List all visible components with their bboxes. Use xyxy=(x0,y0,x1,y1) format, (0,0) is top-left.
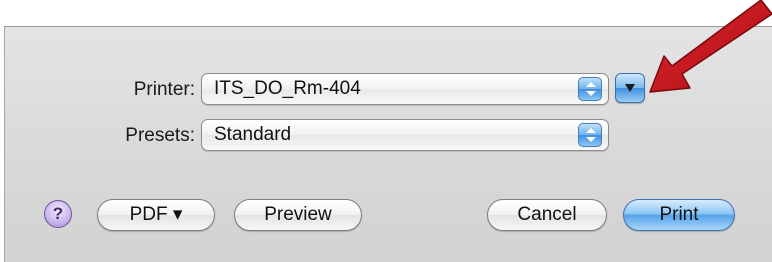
page: Printer: ITS_DO_Rm-404 Presets: Standard xyxy=(0,0,772,262)
printer-popup[interactable]: ITS_DO_Rm-404 xyxy=(201,73,609,105)
presets-value: Standard xyxy=(214,124,292,145)
printer-label: Printer: xyxy=(133,79,195,100)
red-arrow-annotation xyxy=(649,0,772,93)
print-button[interactable]: Print xyxy=(623,199,735,231)
up-down-arrows-icon xyxy=(578,123,602,147)
help-button[interactable]: ? xyxy=(44,200,72,228)
pdf-button[interactable]: PDF ▾ xyxy=(97,199,215,231)
preview-button[interactable]: Preview xyxy=(234,199,362,231)
presets-popup[interactable]: Standard xyxy=(201,119,609,151)
cancel-button[interactable]: Cancel xyxy=(487,199,607,231)
presets-label: Presets: xyxy=(125,125,195,146)
printer-value: ITS_DO_Rm-404 xyxy=(214,78,361,99)
up-down-arrows-icon xyxy=(578,77,602,101)
